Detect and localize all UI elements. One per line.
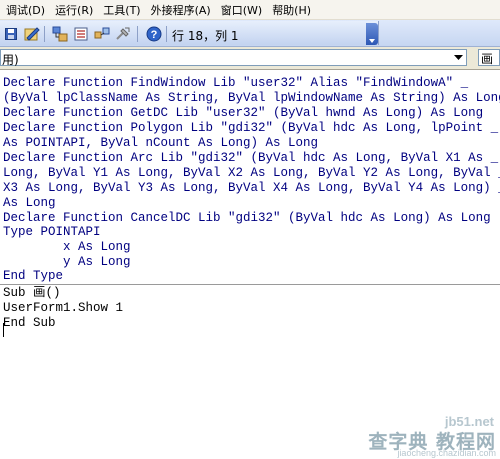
object-browser-icon[interactable] [94,26,110,42]
standard-toolbar: ? 行 18，列 1 [0,20,500,47]
svg-text:?: ? [151,29,158,41]
code-line: UserForm1.Show 1 [3,301,124,315]
watermark-sub: jiaocheng.chazidian.com [397,448,496,458]
menu-tools[interactable]: 工具(T) [103,2,140,18]
code-line: Declare Function Polygon Lib "gdi32" (By… [3,121,499,135]
cursor-position-label: 行 18，列 1 [172,29,239,43]
procedure-dropdown-value: 画 [481,52,494,66]
code-line: Sub 画() [3,286,61,300]
code-line: X3 As Long, ByVal Y3 As Long, ByVal X4 A… [3,181,500,195]
toolbar-options-button[interactable] [366,23,378,45]
code-line: Long, ByVal Y1 As Long, ByVal X2 As Long… [3,166,500,180]
code-line: Declare Function FindWindow Lib "user32"… [3,76,469,90]
toolbar-separator [166,26,167,42]
toolbar-separator [44,26,45,42]
help-icon[interactable]: ? [146,26,162,42]
toolbar-band: ? 行 18，列 1 [0,21,379,45]
save-icon[interactable] [3,26,19,42]
menu-addins[interactable]: 外接程序(A) [151,2,211,18]
code-line: As Long [3,196,56,210]
menu-debug[interactable]: 调试(D) [6,2,45,18]
code-line: y As Long [3,255,131,269]
code-line: Declare Function GetDC Lib "user32" (ByV… [3,106,484,120]
menu-bar: 调试(D) 运行(R) 工具(T) 外接程序(A) 窗口(W) 帮助(H) [0,0,500,20]
menu-run[interactable]: 运行(R) [55,2,93,18]
procedure-dropdown[interactable]: 画 [478,49,500,66]
code-line: x As Long [3,240,131,254]
procedure-separator [0,284,500,285]
chevron-down-icon [454,54,463,60]
object-dropdown[interactable]: 用) [0,49,467,67]
code-line: End Type [3,269,64,283]
design-mode-icon[interactable] [24,26,40,42]
toolbox-icon[interactable] [115,26,131,42]
code-editor[interactable]: Declare Function FindWindow Lib "user32"… [0,70,500,459]
code-selector-bar: 用) 画 [0,47,500,70]
text-cursor [3,323,4,337]
project-explorer-icon[interactable] [52,26,68,42]
object-dropdown-value: 用) [2,53,19,67]
menu-window[interactable]: 窗口(W) [221,2,262,18]
code-line: Type POINTAPI [3,225,101,239]
code-line: Declare Function CancelDC Lib "gdi32" (B… [3,211,491,225]
properties-window-icon[interactable] [73,26,89,42]
watermark: jb51.net 查字典 教程网 jiaocheng.chazidian.com [365,410,500,459]
code-line: Declare Function Arc Lib "gdi32" (ByVal … [3,151,499,165]
toolbar-separator [137,26,138,42]
chevron-down-icon [369,39,375,43]
code-line: (ByVal lpClassName As String, ByVal lpWi… [3,91,500,105]
code-line: As POINTAPI, ByVal nCount As Long) As Lo… [3,136,319,150]
code-line: End Sub [3,316,56,330]
menu-help[interactable]: 帮助(H) [272,2,311,18]
object-dropdown-button[interactable] [451,50,466,65]
